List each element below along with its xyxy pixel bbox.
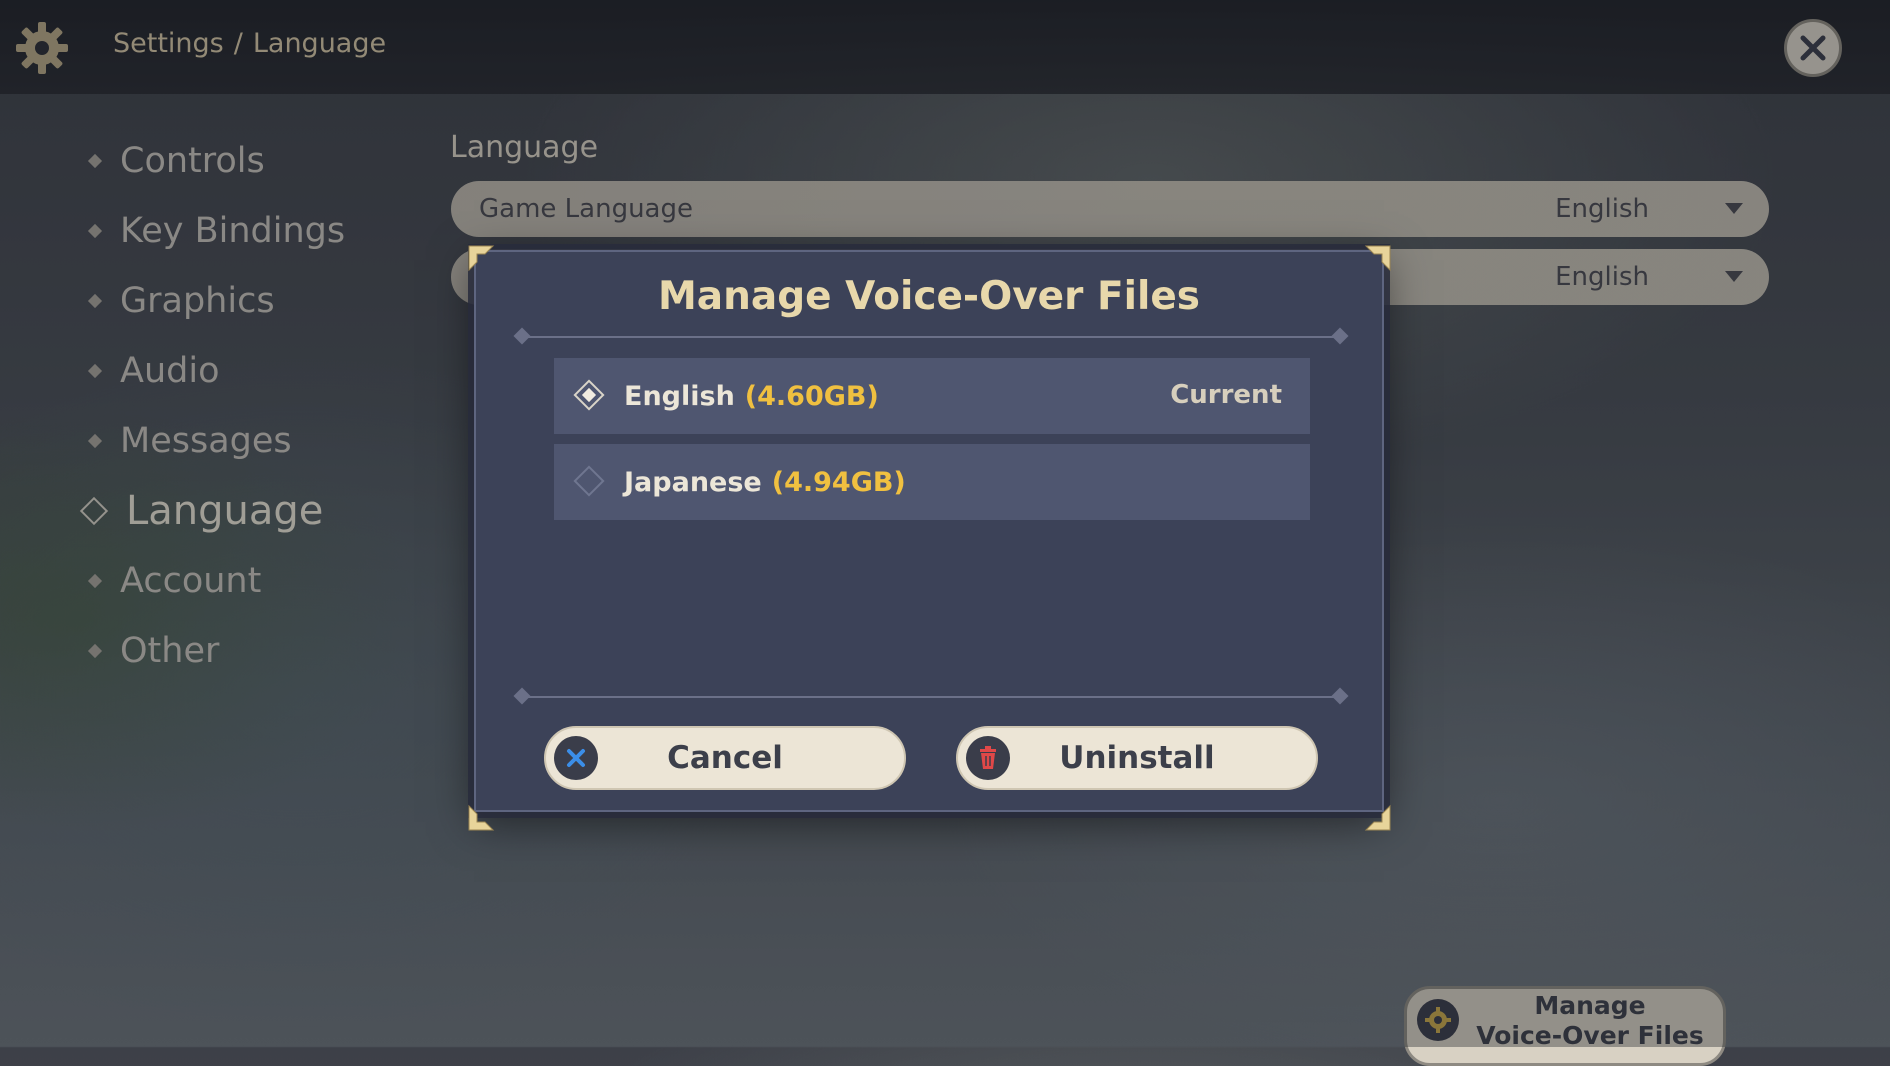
cancel-button[interactable]: Cancel <box>544 726 906 790</box>
voice-option-japanese[interactable]: Japanese (4.94GB) <box>554 444 1310 520</box>
divider <box>522 696 1340 698</box>
corner-ornament-icon <box>467 244 497 274</box>
option-size: (4.60GB) <box>744 380 879 412</box>
voice-option-english[interactable]: English (4.60GB) Current <box>554 358 1310 434</box>
cancel-label: Cancel <box>667 740 783 776</box>
option-name: Japanese <box>624 466 762 498</box>
option-name: English <box>624 380 735 412</box>
uninstall-label: Uninstall <box>1059 740 1215 776</box>
radio-icon[interactable] <box>573 465 605 497</box>
corner-ornament-icon <box>1362 802 1392 832</box>
dialog-title: Manage Voice-Over Files <box>657 274 1200 319</box>
manage-voice-over-dialog: Manage Voice-Over Files English (4.60GB)… <box>474 250 1384 812</box>
corner-ornament-icon <box>467 802 497 832</box>
uninstall-button[interactable]: Uninstall <box>956 726 1318 790</box>
trash-icon <box>966 736 1010 780</box>
corner-ornament-icon <box>1362 244 1392 274</box>
divider <box>522 336 1340 338</box>
x-icon <box>554 736 598 780</box>
current-badge: Current <box>1170 380 1282 410</box>
option-size: (4.94GB) <box>771 466 906 498</box>
radio-selected-icon[interactable] <box>573 379 605 411</box>
